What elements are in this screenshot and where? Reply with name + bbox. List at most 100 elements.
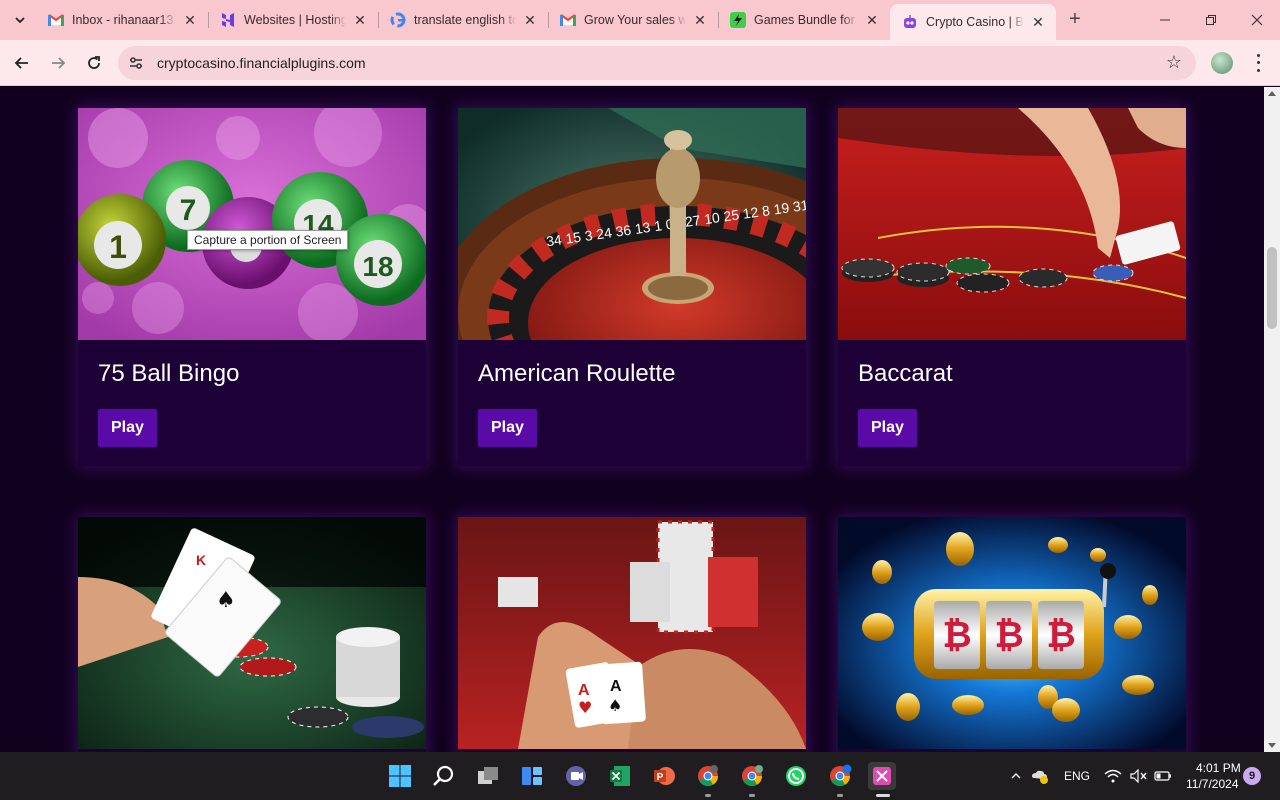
tab-gmail-inbox[interactable]: Inbox - rihanaar13 ✕ xyxy=(36,6,208,34)
tab-close-icon[interactable]: ✕ xyxy=(1030,14,1046,30)
game-thumbnail-bingo[interactable]: 7 14 1 18 xyxy=(78,108,426,340)
svg-text:♠: ♠ xyxy=(608,696,622,715)
widgets-icon[interactable] xyxy=(518,762,546,790)
bingo-ball-number: 18 xyxy=(362,251,393,282)
bookmark-star-icon[interactable]: ☆ xyxy=(1166,52,1182,73)
capture-tooltip: Capture a portion of Screen xyxy=(187,230,349,250)
play-button[interactable]: Play xyxy=(478,409,537,447)
powerpoint-icon[interactable]: P xyxy=(650,762,678,790)
play-button[interactable]: Play xyxy=(858,409,917,447)
notification-badge[interactable]: 9 xyxy=(1243,767,1261,785)
game-thumbnail-baccarat[interactable] xyxy=(838,108,1186,340)
browser-menu-icon[interactable] xyxy=(1248,52,1268,74)
chrome-profile-icon[interactable] xyxy=(738,762,766,790)
tab-crypto-casino[interactable]: Crypto Casino | Be ✕ xyxy=(890,4,1056,40)
tab-search-button[interactable] xyxy=(8,8,32,32)
battery-icon[interactable] xyxy=(1152,762,1174,790)
windows-taskbar: P ENG 4:01 PM 11/7/2024 9 xyxy=(0,752,1280,800)
tab-games-bundle[interactable]: Games Bundle for ✕ xyxy=(718,6,890,34)
game-card: Baccarat Play xyxy=(838,108,1186,466)
svg-text:₿: ₿ xyxy=(1046,615,1075,656)
svg-text:K: K xyxy=(196,552,206,568)
game-thumbnail-blackjack[interactable]: K ♠ xyxy=(78,517,426,749)
game-thumbnail-poker[interactable]: A A ♥ ♠ xyxy=(458,517,806,749)
svg-text:A: A xyxy=(578,682,590,699)
tab-title: translate english to xyxy=(414,13,516,27)
tab-hostinger[interactable]: Websites | Hosting ✕ xyxy=(208,6,378,34)
url-text[interactable]: cryptocasino.financialplugins.com xyxy=(157,55,366,71)
scroll-up-arrow-icon[interactable] xyxy=(1268,91,1276,96)
minimize-button[interactable] xyxy=(1142,0,1188,40)
clock-date[interactable]: 11/7/2024 xyxy=(1186,777,1239,791)
restore-icon xyxy=(1206,15,1216,25)
running-indicator xyxy=(749,794,755,797)
excel-icon[interactable] xyxy=(606,762,634,790)
wifi-icon[interactable] xyxy=(1102,762,1124,790)
svg-text:A: A xyxy=(610,678,622,695)
svg-text:P: P xyxy=(657,772,664,783)
minimize-icon xyxy=(1160,19,1170,21)
close-icon xyxy=(1251,14,1263,26)
arrow-right-icon xyxy=(52,57,66,69)
close-window-button[interactable] xyxy=(1234,0,1280,40)
tab-title: Crypto Casino | Be xyxy=(926,15,1024,29)
scrollbar-thumb[interactable] xyxy=(1267,247,1277,329)
address-bar[interactable]: cryptocasino.financialplugins.com ☆ xyxy=(118,46,1196,80)
profile-avatar[interactable] xyxy=(1211,52,1233,74)
hostinger-icon xyxy=(220,12,236,28)
game-title: Baccarat xyxy=(858,360,953,387)
new-tab-button[interactable]: + xyxy=(1064,9,1086,31)
chrome-icon[interactable] xyxy=(694,762,722,790)
forward-button[interactable] xyxy=(44,49,72,77)
tab-close-icon[interactable]: ✕ xyxy=(522,12,538,28)
onedrive-warning-icon[interactable] xyxy=(1030,762,1050,790)
game-card: ₿ ₿ ₿ xyxy=(838,517,1186,752)
volume-muted-icon[interactable] xyxy=(1128,762,1150,790)
tab-strip: Inbox - rihanaar13 ✕ Websites | Hosting … xyxy=(0,0,1280,40)
site-info-icon[interactable] xyxy=(126,53,146,73)
clock-time[interactable]: 4:01 PM xyxy=(1196,761,1241,775)
browser-toolbar: cryptocasino.financialplugins.com ☆ xyxy=(0,40,1280,86)
tab-close-icon[interactable]: ✕ xyxy=(352,12,368,28)
back-button[interactable] xyxy=(8,49,36,77)
search-icon[interactable] xyxy=(430,762,458,790)
tab-close-icon[interactable]: ✕ xyxy=(692,12,708,28)
reload-button[interactable] xyxy=(80,49,108,77)
bingo-ball-number: 1 xyxy=(109,229,127,265)
page-scrollbar[interactable] xyxy=(1264,87,1280,752)
tab-google-translate[interactable]: translate english to ✕ xyxy=(378,6,548,34)
robot-icon xyxy=(902,14,918,30)
task-view-icon[interactable] xyxy=(474,762,502,790)
tray-chevron-up-icon[interactable] xyxy=(1006,762,1026,790)
game-card: 7 14 1 18 75 Ball Bingo Play xyxy=(78,108,426,466)
tab-title: Grow Your sales w xyxy=(584,13,686,27)
svg-text:₿: ₿ xyxy=(994,615,1023,656)
scroll-down-arrow-icon[interactable] xyxy=(1268,743,1276,748)
snipping-tool-icon[interactable] xyxy=(868,762,896,790)
tab-gmail-sales[interactable]: Grow Your sales w ✕ xyxy=(548,6,718,34)
chrome-guest-icon[interactable] xyxy=(826,762,854,790)
windows-start-icon[interactable] xyxy=(386,762,414,790)
whatsapp-icon[interactable] xyxy=(782,762,810,790)
gmail-icon xyxy=(48,12,64,28)
game-title: 75 Ball Bingo xyxy=(98,360,240,387)
game-card: 34 15 3 24 36 13 1 00 27 10 25 12 8 19 3… xyxy=(458,108,806,466)
game-thumbnail-roulette[interactable]: 34 15 3 24 36 13 1 00 27 10 25 12 8 19 3… xyxy=(458,108,806,340)
language-indicator[interactable]: ENG xyxy=(1064,769,1090,783)
play-button[interactable]: Play xyxy=(98,409,157,447)
game-thumbnail-slot-machine[interactable]: ₿ ₿ ₿ xyxy=(838,517,1186,749)
teams-meet-icon[interactable] xyxy=(562,762,590,790)
restore-button[interactable] xyxy=(1188,0,1234,40)
running-indicator xyxy=(837,794,843,797)
reload-icon xyxy=(88,56,100,69)
arrow-left-icon xyxy=(14,57,28,69)
tab-close-icon[interactable]: ✕ xyxy=(182,12,198,28)
tab-title: Games Bundle for xyxy=(754,13,855,27)
tab-title: Inbox - rihanaar13 xyxy=(72,13,174,27)
game-title: American Roulette xyxy=(478,360,676,387)
tab-title: Websites | Hosting xyxy=(244,13,346,27)
svg-text:₿: ₿ xyxy=(942,615,971,656)
running-indicator xyxy=(705,794,711,797)
tab-close-icon[interactable]: ✕ xyxy=(864,12,880,28)
chevron-down-icon xyxy=(15,17,25,24)
